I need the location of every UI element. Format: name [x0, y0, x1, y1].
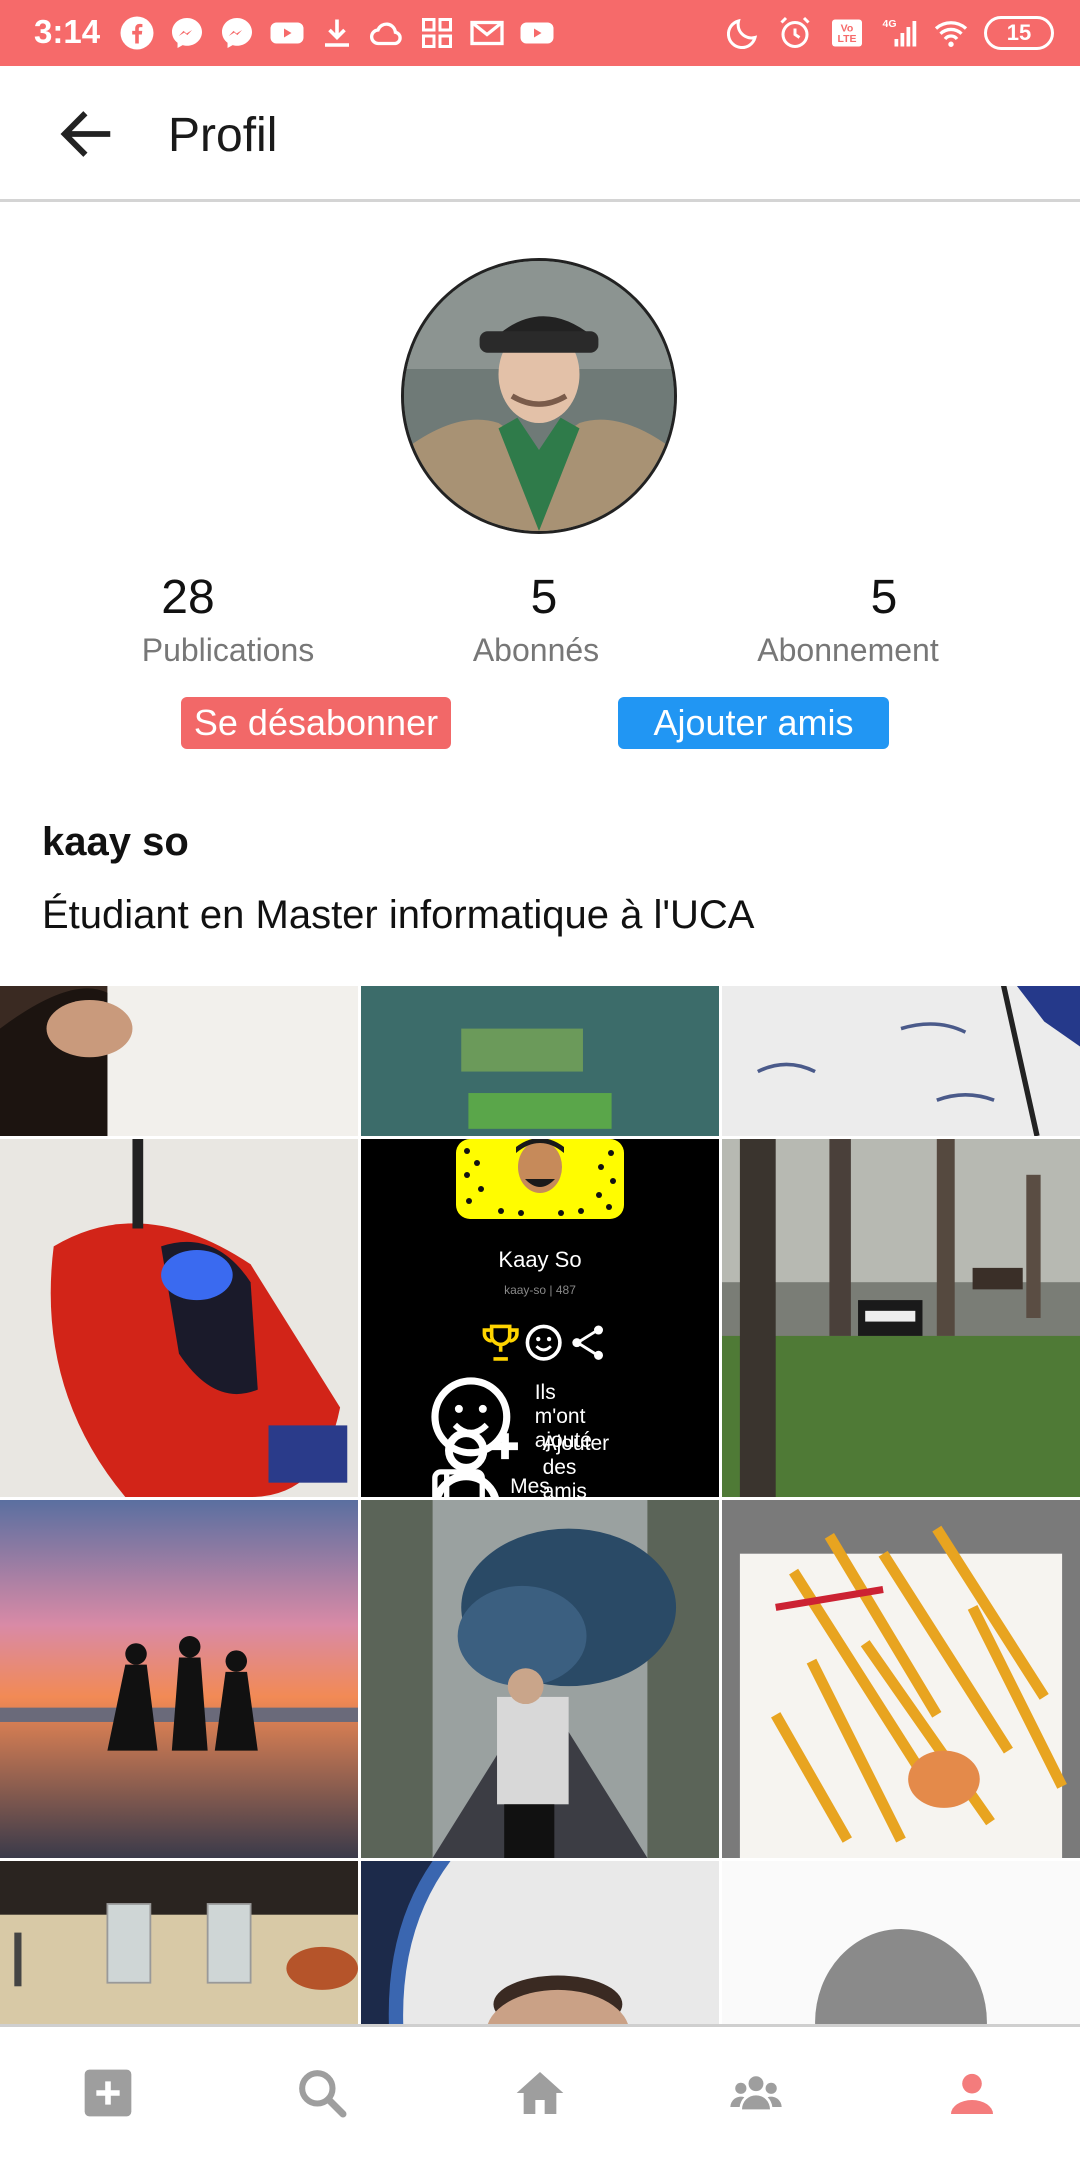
alarm-icon	[776, 14, 814, 52]
bottom-navigation	[0, 2024, 1080, 2160]
snap-handle: kaay-so | 487	[504, 1283, 576, 1297]
profile-avatar[interactable]	[401, 258, 677, 534]
status-time: 3:14	[34, 13, 101, 50]
youtube-icon	[518, 14, 556, 52]
profile-username: kaay so	[42, 820, 189, 864]
nav-profile[interactable]	[932, 2053, 1012, 2133]
grid-photo[interactable]	[361, 1500, 719, 1858]
grid-photo[interactable]	[722, 1500, 1080, 1858]
stat-followers-count[interactable]: 5	[514, 570, 574, 625]
grid-photo[interactable]	[722, 986, 1080, 1136]
arrow-left-icon	[60, 111, 111, 157]
photo-grid: Kaay So kaay-so | 487 Ils m'ont ajouté A…	[0, 986, 1080, 2024]
stat-followers-label[interactable]: Abonnés	[448, 632, 624, 669]
smiley-icon	[525, 1324, 563, 1361]
svg-text:4G: 4G	[883, 18, 897, 30]
grid-photo[interactable]	[0, 1139, 358, 1497]
group-icon	[730, 2076, 782, 2110]
stat-following-label[interactable]: Abonnement	[738, 632, 958, 669]
home-icon	[516, 2072, 564, 2114]
system-icons: Vo LTE 4G 15	[724, 14, 1054, 52]
moon-icon	[724, 14, 762, 52]
nav-friends[interactable]	[716, 2053, 796, 2133]
app-bar: Profil	[0, 66, 1080, 202]
plus-square-icon	[84, 2069, 132, 2117]
snap-menu-item: Mes Amis	[423, 1463, 558, 1497]
stat-publications-count: 28	[161, 571, 215, 624]
grid-photo[interactable]	[722, 1861, 1080, 2024]
add-friend-button[interactable]: Ajouter amis	[618, 697, 889, 749]
gmail-icon	[468, 14, 506, 52]
battery-level: 15	[1006, 20, 1032, 45]
nav-search[interactable]	[282, 2053, 362, 2133]
profile-bio: Étudiant en Master informatique à l'UCA	[42, 893, 755, 937]
facebook-icon	[118, 14, 156, 52]
apps-icon	[418, 14, 456, 52]
cloud-icon	[368, 14, 406, 52]
grid-photo[interactable]	[0, 1861, 358, 2024]
back-button[interactable]	[48, 98, 124, 170]
svg-text:LTE: LTE	[837, 33, 856, 45]
messenger-icon	[218, 14, 256, 52]
grid-photo[interactable]	[0, 1500, 358, 1858]
page-title: Profil	[168, 109, 278, 162]
search-icon	[299, 2070, 347, 2118]
download-icon	[318, 14, 356, 52]
snapchat-card-photo[interactable]: Kaay So kaay-so | 487 Ils m'ont ajouté A…	[361, 1139, 719, 1497]
grid-photo[interactable]	[361, 986, 719, 1136]
notebook-icon	[432, 1469, 485, 1497]
grid-photo[interactable]	[361, 1861, 719, 2024]
wifi-icon	[932, 14, 970, 52]
unsubscribe-button[interactable]: Se désabonner	[181, 697, 451, 749]
grid-photo[interactable]	[722, 1139, 1080, 1497]
stat-publications-label: Publications	[141, 632, 315, 668]
nav-home[interactable]	[500, 2053, 580, 2133]
grid-photo[interactable]	[0, 986, 358, 1136]
status-bar: 3:14 Vo LTE 4G 15	[0, 0, 1080, 66]
person-icon	[951, 2073, 993, 2114]
snap-name: Kaay So	[498, 1247, 582, 1272]
youtube-icon	[268, 14, 306, 52]
profile-photo	[404, 261, 674, 531]
snap-icons-row	[479, 1321, 609, 1364]
snap-menu-label: Mes Amis	[510, 1474, 550, 1497]
battery-icon: 15	[984, 16, 1054, 50]
messenger-icon	[168, 14, 206, 52]
signal-icon: 4G	[880, 14, 918, 52]
notification-icons	[118, 14, 556, 52]
trophy-icon	[482, 1324, 519, 1361]
volte-icon: Vo LTE	[828, 14, 866, 52]
share-icon	[571, 1325, 603, 1360]
nav-add-post[interactable]	[68, 2053, 148, 2133]
stat-following-count[interactable]: 5	[854, 570, 914, 625]
